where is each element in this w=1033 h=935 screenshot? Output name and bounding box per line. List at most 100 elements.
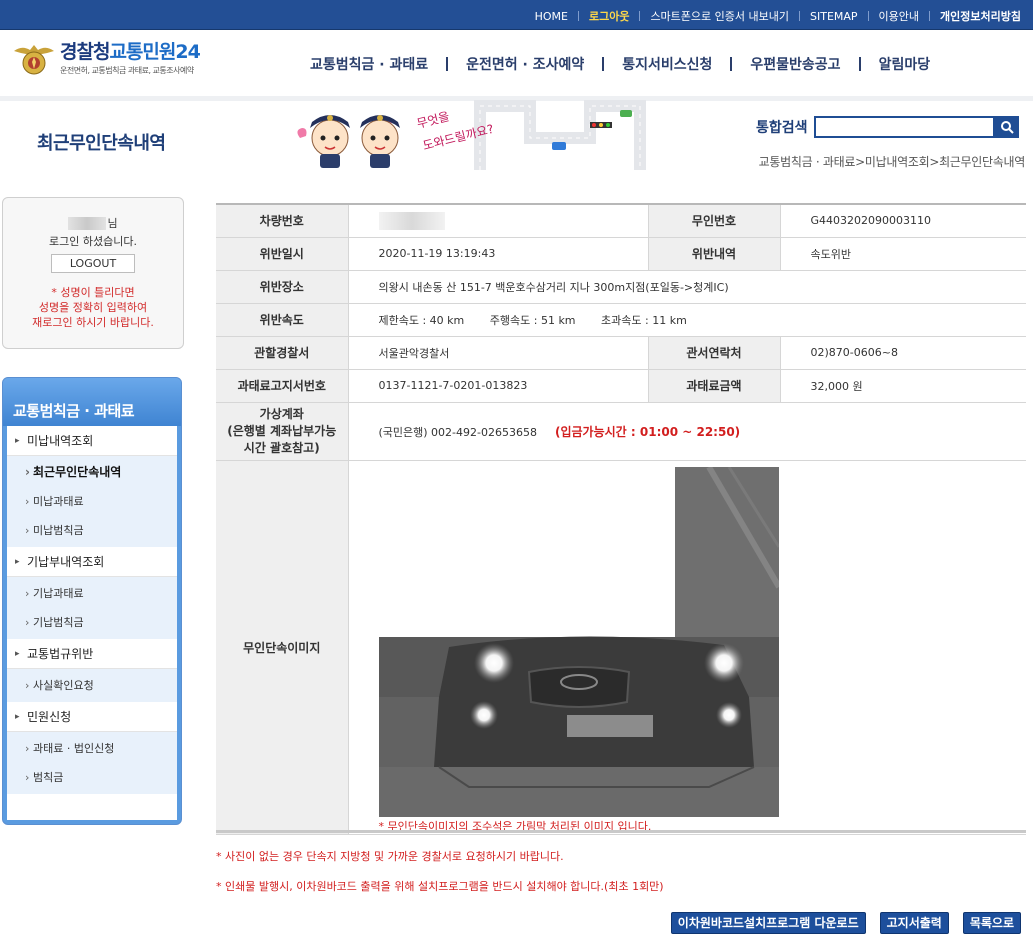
login-warning-line: 재로그인 하시기 바랍니다. [32, 316, 154, 329]
side-sub-recent-enforcement[interactable]: 최근무인단속내역 [7, 458, 177, 487]
vaccount-number: (국민은행) 002-492-02653658 [378, 425, 537, 439]
notice-no-label: 과태료고지서번호 [216, 369, 348, 403]
back-to-list-button[interactable]: 목록으로 [962, 912, 1021, 934]
side-sub-paid-penalty[interactable]: 기납범칙금 [7, 608, 177, 637]
svg-text:무엇을: 무엇을 [415, 109, 451, 131]
side-item-paid-inquiry[interactable]: 기납부내역조회 [7, 547, 177, 577]
table-row: 차량번호 무인번호 G4403202090003110 [216, 204, 1026, 238]
logo-title-part1: 경찰청 [60, 41, 110, 63]
side-sub-paid-fine[interactable]: 기납과태료 [7, 579, 177, 608]
table-row: 위반일시 2020-11-19 13:19:43 위반내역 속도위반 [216, 237, 1026, 271]
side-sub-penalty[interactable]: 범칙금 [7, 763, 177, 792]
side-sub-unpaid-penalty[interactable]: 미납범칙금 [7, 516, 177, 545]
user-suffix: 님 [107, 217, 118, 230]
side-item-civil-request[interactable]: 민원신청 [7, 702, 177, 732]
image-cell: * 무인단속이미지의 조수석은 가림막 처리된 이미지 입니다. [347, 460, 1026, 835]
vehicle-no-label: 차량번호 [216, 204, 348, 238]
place-label: 위반장소 [216, 270, 348, 304]
gnb-item-license[interactable]: 운전면허 · 조사예약 [466, 54, 584, 74]
home-link[interactable]: HOME [535, 10, 568, 23]
divider [602, 57, 605, 71]
search-label: 통합검색 [756, 120, 808, 136]
divider [577, 11, 579, 21]
notice-item: * 인쇄물 발행시, 이차원바코드 출력을 위해 설치프로그램을 반드시 설치해… [216, 880, 664, 893]
gnb-item-returned-mail[interactable]: 우편물반송공고 [750, 54, 840, 74]
cert-export-link[interactable]: 스마트폰으로 인증서 내보내기 [650, 8, 789, 24]
police-value: 서울관악경찰서 [347, 336, 648, 370]
speed-over: 초과속도 : 11 km [601, 313, 687, 327]
date-value: 2020-11-19 13:19:43 [347, 237, 648, 271]
side-sub-fine-corporate[interactable]: 과태료 · 법인신청 [7, 734, 177, 763]
contact-label: 관서연락처 [647, 336, 780, 370]
vehicle-no-value [347, 204, 648, 238]
header: 경찰청교통민원24 운전면허, 교통범칙금 과태료, 교통조사예약 교통범칙금 … [0, 30, 1033, 101]
notice-no-value: 0137-1121-7-0201-013823 [347, 369, 648, 403]
login-warning: * 성명이 틀리다면 성명을 정확히 입력하여 재로그인 하시기 바랍니다. [3, 285, 183, 330]
gnb-item-notification[interactable]: 통지서비스신청 [622, 54, 712, 74]
site-logo[interactable]: 경찰청교통민원24 운전면허, 교통범칙금 과태료, 교통조사예약 [12, 41, 201, 77]
vaccount-label-line: (은행별 계좌납부가능 [227, 423, 337, 438]
divider [446, 57, 449, 71]
divider [858, 57, 861, 71]
breadcrumb: 교통범칙금 · 과태료>미납내역조회>최근무인단속내역 [758, 155, 1026, 169]
side-item-unpaid-inquiry[interactable]: 미납내역조회 [7, 426, 177, 456]
notice-item: * 사진이 없는 경우 단속지 지방청 및 가까운 경찰서로 요청하시기 바랍니… [216, 850, 564, 863]
table-row: 과태료고지서번호 0137-1121-7-0201-013823 과태료금액 3… [216, 369, 1026, 403]
police-badge-icon [12, 41, 56, 77]
notice-list: * 사진이 없는 경우 단속지 지방청 및 가까운 경찰서로 요청하시기 바랍니… [216, 848, 664, 908]
logo-title: 경찰청교통민원24 [60, 41, 201, 63]
side-sub-fact-check[interactable]: 사실확인요청 [7, 671, 177, 700]
print-notice-button[interactable]: 고지서출력 [879, 912, 949, 934]
image-label: 무인단속이미지 [216, 460, 348, 835]
violation-type-label: 위반내역 [647, 237, 780, 271]
side-menu: 교통범칙금 · 과태료 미납내역조회 최근무인단속내역 미납과태료 미납범칙금 … [2, 377, 182, 825]
guide-link[interactable]: 이용안내 [879, 8, 919, 24]
table-bottom-line [216, 830, 1026, 833]
top-nav: HOME 로그아웃 스마트폰으로 인증서 내보내기 SITEMAP 이용안내 개… [535, 8, 1021, 24]
unmanned-no-label: 무인번호 [647, 204, 780, 238]
speed-limit: 제한속도 : 40 km [378, 313, 465, 327]
speed-driving: 주행속도 : 51 km [489, 313, 576, 327]
vaccount-label-line: 시간 괄호참고) [243, 440, 320, 455]
divider [867, 11, 869, 21]
vaccount-label-line: 가상계좌 [259, 406, 304, 421]
vaccount-value: (국민은행) 002-492-02653658 (입금가능시간 : 01:00 ~… [347, 402, 1026, 461]
divider [929, 11, 931, 21]
divider [730, 57, 733, 71]
police-mascot-illustration: 무엇을 도와드릴까요? [290, 98, 660, 174]
masked-plate [378, 211, 445, 230]
logout-button[interactable]: LOGOUT [51, 254, 135, 273]
violation-type-value: 속도위반 [779, 237, 1026, 271]
side-sub-unpaid-fine[interactable]: 미납과태료 [7, 487, 177, 516]
privacy-link[interactable]: 개인정보처리방침 [940, 8, 1021, 24]
login-warning-line: 성명을 정확히 입력하여 [38, 301, 148, 314]
search-button[interactable] [994, 116, 1019, 138]
gnb-item-notice[interactable]: 알림마당 [879, 54, 931, 74]
logout-link[interactable]: 로그아웃 [589, 8, 629, 24]
logo-title-part2: 교통민원24 [109, 41, 200, 63]
side-menu-list: 미납내역조회 최근무인단속내역 미납과태료 미납범칙금 기납부내역조회 기납과태… [7, 426, 177, 820]
page-title: 최근무인단속내역 [37, 133, 166, 154]
global-nav: 교통범칙금 · 과태료 운전면허 · 조사예약 통지서비스신청 우편물반송공고 … [310, 54, 930, 74]
place-value: 의왕시 내손동 산 151-7 백운호수삼거리 지나 300m지점(포일동->청… [347, 270, 1026, 304]
download-barcode-program-button[interactable]: 이차원바코드설치프로그램 다운로드 [670, 912, 866, 934]
search-input[interactable] [813, 116, 995, 138]
vaccount-time: (입금가능시간 : 01:00 ~ 22:50) [554, 424, 741, 439]
login-box: 님 로그인 하셨습니다. LOGOUT * 성명이 틀리다면 성명을 정확히 입… [2, 197, 184, 349]
logo-text: 경찰청교통민원24 운전면허, 교통범칙금 과태료, 교통조사예약 [60, 41, 201, 76]
search-icon [1000, 121, 1014, 134]
table-row: 가상계좌 (은행별 계좌납부가능 시간 괄호참고) (국민은행) 002-492… [216, 402, 1026, 461]
side-sub-group: 과태료 · 법인신청 범칙금 [7, 732, 177, 794]
amount-value: 32,000 원 [779, 369, 1026, 403]
side-item-traffic-violation[interactable]: 교통법규위반 [7, 639, 177, 669]
table-row: 위반장소 의왕시 내손동 산 151-7 백운호수삼거리 지나 300m지점(포… [216, 270, 1026, 304]
date-label: 위반일시 [216, 237, 348, 271]
enforcement-photo [378, 466, 779, 817]
sitemap-link[interactable]: SITEMAP [810, 10, 858, 23]
speed-label: 위반속도 [216, 303, 348, 337]
contact-value: 02)870-0606~8 [779, 336, 1026, 370]
side-menu-title: 교통범칙금 · 과태료 [3, 378, 181, 426]
gnb-item-fine[interactable]: 교통범칙금 · 과태료 [310, 54, 428, 74]
divider [799, 11, 800, 21]
side-sub-group: 기납과태료 기납범칙금 [7, 577, 177, 639]
